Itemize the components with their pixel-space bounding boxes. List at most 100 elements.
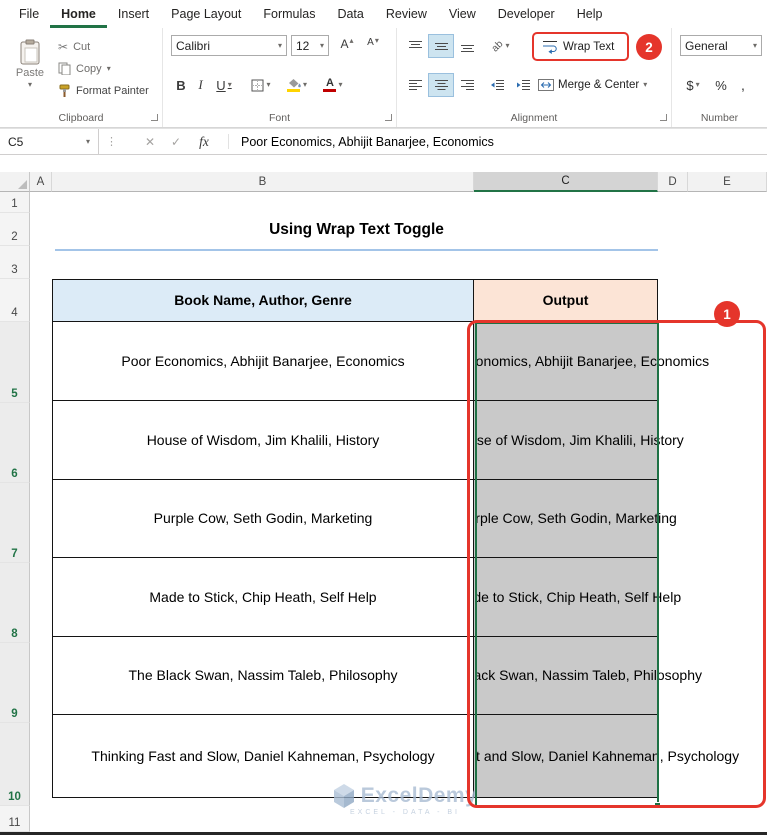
chevron-down-icon: ▾	[695, 80, 700, 89]
tab-view[interactable]: View	[438, 0, 487, 28]
middle-align-button[interactable]	[428, 34, 454, 58]
cancel-button[interactable]: ✕	[138, 129, 162, 155]
insert-function-button[interactable]: fx	[192, 129, 216, 155]
header-cell-output[interactable]: Output	[474, 280, 657, 321]
underline-button[interactable]: U ▾	[210, 74, 238, 96]
tab-file[interactable]: File	[8, 0, 50, 28]
chevron-down-icon: ▾	[643, 80, 648, 89]
font-color-button[interactable]: A ▾	[317, 74, 349, 96]
row-header-10[interactable]: 10	[0, 723, 30, 806]
book-cell[interactable]: Purple Cow, Seth Godin, Marketing	[53, 479, 474, 557]
row-header-7[interactable]: 7	[0, 483, 30, 563]
format-painter-label: Format Painter	[76, 84, 149, 97]
decrease-indent-button[interactable]	[485, 74, 509, 96]
clipboard-dialog-launcher-icon[interactable]	[151, 114, 158, 121]
book-cell[interactable]: House of Wisdom, Jim Khalili, History	[53, 401, 474, 479]
column-header-a[interactable]: A	[30, 172, 52, 192]
column-header-c[interactable]: C	[474, 172, 658, 192]
formula-bar: C5 ▾ ⋮ ✕ ✓ fx Poor Economics, Abhijit Ba…	[0, 128, 767, 155]
bold-button[interactable]: B	[171, 74, 191, 96]
wrap-text-label: Wrap Text	[563, 41, 615, 53]
decrease-font-size-button[interactable]: A ▾	[361, 35, 385, 56]
tab-review[interactable]: Review	[375, 0, 438, 28]
output-cell[interactable]	[474, 321, 657, 400]
row-header-2[interactable]: 2	[0, 213, 30, 246]
row-header-11[interactable]: 11	[0, 806, 30, 832]
row-header-4[interactable]: 4	[0, 279, 30, 322]
percent-style-button[interactable]: %	[712, 74, 730, 96]
merge-and-center-button[interactable]: Merge & Center ▾	[538, 74, 647, 96]
font-name-select[interactable]: Calibri ▾	[171, 35, 287, 56]
fx-icon: fx	[199, 134, 209, 149]
tab-home[interactable]: Home	[50, 0, 107, 28]
ribbon: Paste ▾ ✂ Cut Copy ▾ Format Painter Clip…	[0, 28, 767, 128]
font-group: Calibri ▾ 12 ▾ A ▴ A ▾ B I U ▾ ▾ ▾ A ▾ F…	[163, 28, 397, 127]
copy-label: Copy	[76, 62, 102, 75]
orientation-button[interactable]: ab ▾	[485, 35, 517, 57]
up-arrow-icon: ▴	[349, 36, 354, 45]
fill-handle[interactable]	[654, 802, 661, 809]
name-box[interactable]: C5 ▾	[0, 129, 99, 154]
column-header-b[interactable]: B	[52, 172, 474, 192]
output-cell[interactable]	[474, 401, 657, 479]
output-cell[interactable]	[474, 479, 657, 557]
tab-page-layout[interactable]: Page Layout	[160, 0, 252, 28]
cut-button[interactable]: ✂ Cut	[58, 36, 90, 57]
book-cell[interactable]: Poor Economics, Abhijit Banarjee, Econom…	[53, 321, 474, 400]
watermark: ExcelDemy EXCEL - DATA - BI	[275, 784, 535, 816]
font-dialog-launcher-icon[interactable]	[385, 114, 392, 121]
wrap-text-button[interactable]: Wrap Text	[538, 35, 618, 59]
formula-input[interactable]: Poor Economics, Abhijit Banarjee, Econom…	[241, 129, 494, 155]
paste-button[interactable]: Paste ▾	[8, 34, 52, 112]
column-header-e[interactable]: E	[688, 172, 767, 192]
row-header-3[interactable]: 3	[0, 246, 30, 279]
italic-button[interactable]: I	[192, 74, 209, 96]
tab-data[interactable]: Data	[326, 0, 374, 28]
align-right-button[interactable]	[455, 74, 479, 96]
book-cell[interactable]: The Black Swan, Nassim Taleb, Philosophy	[53, 636, 474, 714]
row-header-1[interactable]: 1	[0, 192, 30, 213]
alignment-dialog-launcher-icon[interactable]	[660, 114, 667, 121]
row-header-6[interactable]: 6	[0, 403, 30, 483]
increase-indent-button[interactable]	[511, 74, 535, 96]
book-cell[interactable]: Made to Stick, Chip Heath, Self Help	[53, 558, 474, 636]
clipboard-group: Paste ▾ ✂ Cut Copy ▾ Format Painter Clip…	[0, 28, 163, 127]
accounting-format-button[interactable]: $ ▾	[680, 74, 706, 96]
row-header-5[interactable]: 5	[0, 322, 30, 403]
format-painter-button[interactable]: Format Painter	[58, 80, 149, 101]
bottom-align-button[interactable]	[455, 35, 479, 57]
select-all-corner[interactable]	[0, 172, 30, 192]
tab-formulas[interactable]: Formulas	[252, 0, 326, 28]
chevron-down-icon: ▾	[319, 40, 324, 50]
chevron-down-icon: ▾	[505, 41, 510, 50]
currency-icon: $	[686, 77, 694, 93]
align-left-button[interactable]	[403, 74, 427, 96]
fill-color-button[interactable]: ▾	[281, 74, 313, 96]
row-header-8[interactable]: 8	[0, 563, 30, 643]
underline-label: U	[216, 77, 226, 93]
header-cell-book[interactable]: Book Name, Author, Genre	[53, 280, 474, 321]
font-color-bar	[323, 89, 337, 92]
tab-insert[interactable]: Insert	[107, 0, 160, 28]
number-format-value: General	[685, 38, 728, 53]
enter-button[interactable]: ✓	[164, 129, 188, 155]
row-header-9[interactable]: 9	[0, 643, 30, 723]
comma-style-button[interactable]: ,	[734, 74, 752, 96]
copy-button[interactable]: Copy ▾	[58, 58, 111, 79]
align-center-button[interactable]	[428, 73, 454, 97]
top-align-button[interactable]	[403, 35, 427, 57]
tab-help[interactable]: Help	[566, 0, 614, 28]
merge-center-icon	[538, 79, 554, 91]
tab-developer[interactable]: Developer	[487, 0, 566, 28]
excel-window: File Home Insert Page Layout Formulas Da…	[0, 0, 767, 835]
table-header-row: Book Name, Author, Genre Output	[53, 280, 657, 322]
column-header-d[interactable]: D	[658, 172, 688, 192]
font-size-select[interactable]: 12 ▾	[291, 35, 329, 56]
borders-button[interactable]: ▾	[245, 74, 277, 96]
formula-bar-splitter[interactable]: ⋮	[106, 135, 117, 148]
sheet-title-cell[interactable]: Using Wrap Text Toggle	[55, 218, 658, 242]
output-cell[interactable]	[474, 558, 657, 636]
output-cell[interactable]	[474, 636, 657, 714]
number-format-select[interactable]: General ▾	[680, 35, 762, 56]
increase-font-size-button[interactable]: A ▴	[335, 35, 359, 56]
